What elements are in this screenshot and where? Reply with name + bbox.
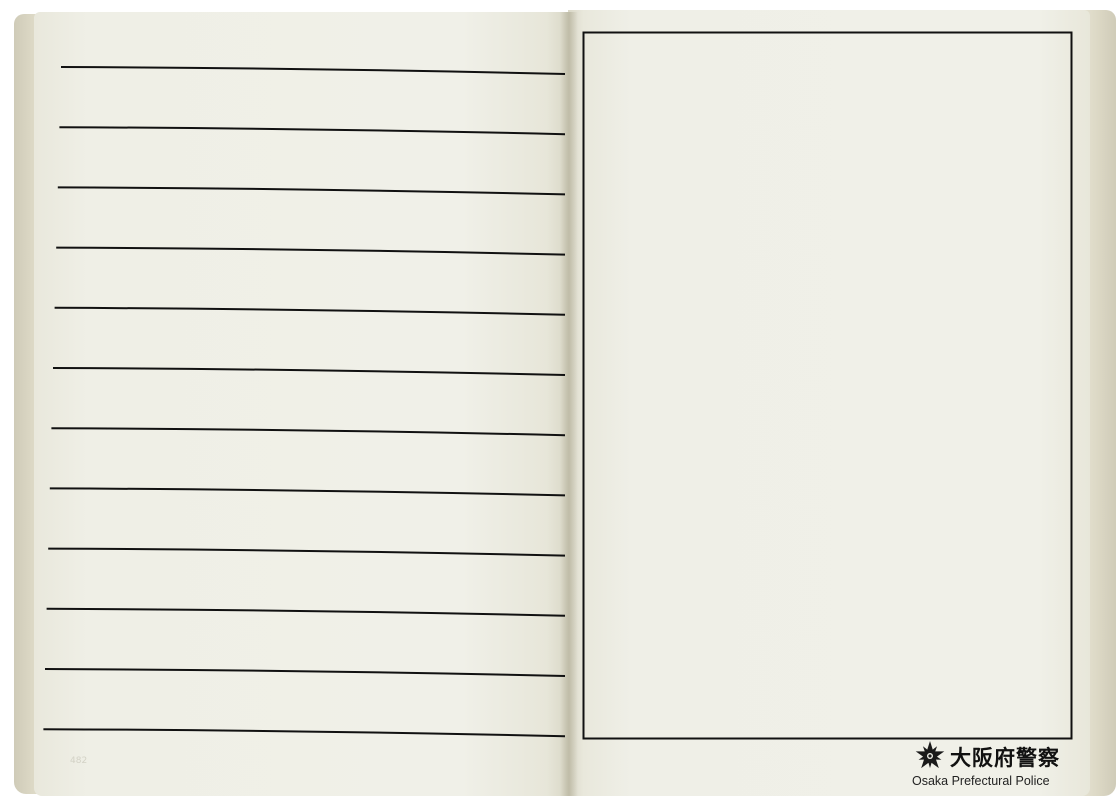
ruled-line	[59, 126, 566, 136]
logo-name-en: Osaka Prefectural Police	[912, 774, 1050, 788]
ruled-line	[57, 186, 566, 196]
ruled-line	[43, 728, 566, 738]
ruled-line	[51, 427, 566, 437]
notebook-spread: 482 大阪府警察 Osaka Prefectural Police	[0, 0, 1118, 806]
ruled-line	[46, 607, 566, 617]
ruled-line	[56, 246, 566, 256]
ruled-line	[60, 66, 566, 75]
police-emblem-icon	[914, 741, 946, 771]
ruled-line	[44, 668, 566, 677]
ruled-line	[52, 367, 566, 376]
ruled-line	[49, 487, 566, 497]
page-lines	[43, 31, 1073, 740]
osaka-police-logo: 大阪府警察 Osaka Prefectural Police	[910, 740, 1070, 792]
logo-name-jp: 大阪府警察	[950, 746, 1060, 770]
ruled-line	[54, 306, 566, 316]
ruled-lines	[43, 66, 566, 738]
right-page-frame	[582, 31, 1073, 740]
page-number: 482	[70, 756, 88, 766]
ruled-line	[48, 547, 566, 557]
